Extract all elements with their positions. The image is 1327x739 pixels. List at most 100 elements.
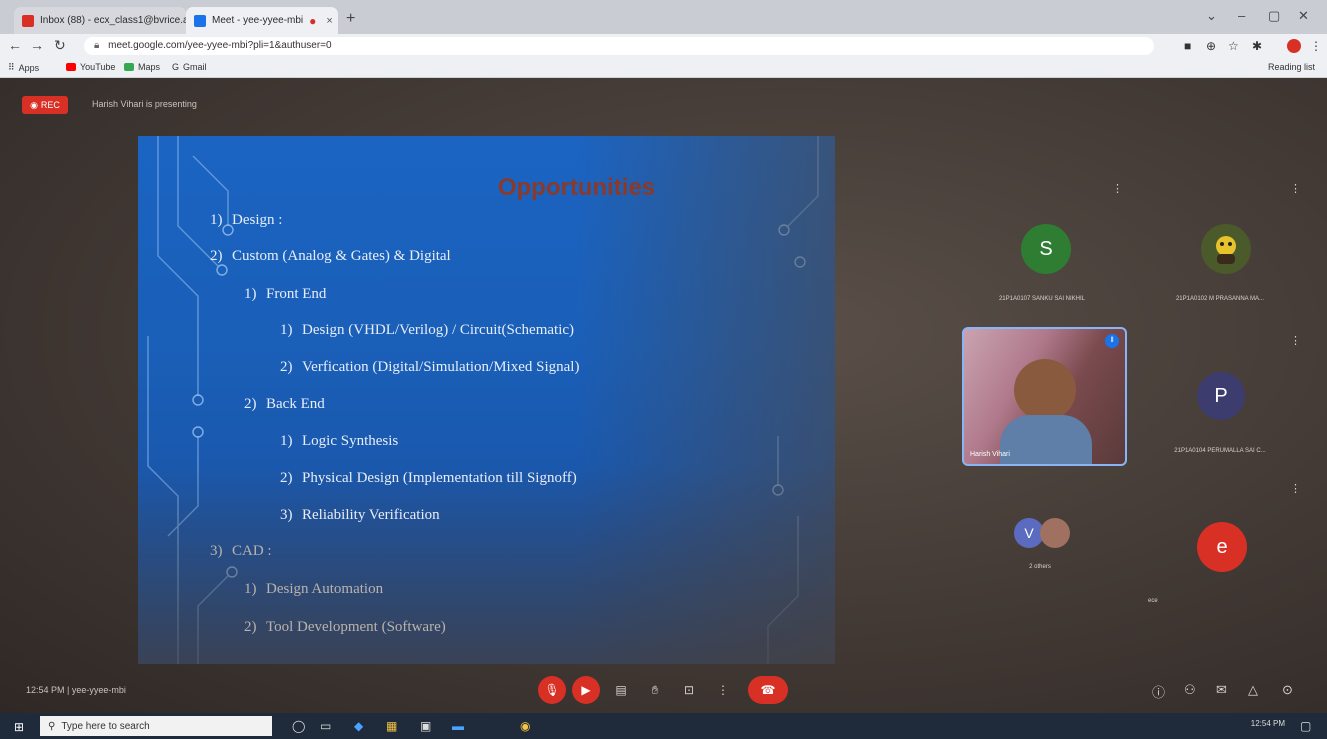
- speaker-face: [1014, 359, 1076, 421]
- youtube-icon: [66, 63, 76, 71]
- slide-line: 1) Logic Synthesis: [280, 433, 399, 449]
- back-icon[interactable]: ←: [8, 37, 22, 53]
- bookmarks-bar: ⠿ Apps YouTube Maps G Gmail Reading list: [0, 58, 1327, 78]
- participant-name: 21P1A0102 M PRASANNA MA...: [1175, 296, 1265, 302]
- reading-list[interactable]: Reading list: [1268, 62, 1315, 72]
- recording-badge: ◉ REC: [22, 96, 68, 114]
- slide-title: Opportunities: [497, 174, 656, 201]
- taskbar-search[interactable]: ⚲ Type here to search: [40, 716, 272, 736]
- leave-call-button[interactable]: ☎︎: [748, 676, 788, 704]
- file-explorer-icon[interactable]: ▦: [386, 719, 397, 733]
- minimize-button[interactable]: –: [1238, 8, 1245, 23]
- record-icon: ◉: [30, 99, 38, 110]
- google-icon: G: [172, 62, 180, 72]
- more-vert-icon: ⋮: [717, 683, 729, 697]
- host-controls-icon[interactable]: ⊙: [1282, 682, 1293, 698]
- participant-avatar: e: [1197, 522, 1247, 572]
- participant-name: ece: [1148, 598, 1158, 604]
- presenting-label: Harish Vihari is presenting: [92, 99, 197, 109]
- windows-start-icon[interactable]: ⊞: [14, 720, 24, 734]
- slide-line: 1) Design :: [210, 212, 283, 228]
- slide-line: 1) Front End: [244, 286, 327, 302]
- gmail-icon: [22, 14, 34, 27]
- slide-line: 3) Reliability Verification: [280, 507, 440, 523]
- tab-label: Inbox (88) - ecx_class1@bvrice.ac: [40, 15, 186, 26]
- url-text: meet.google.com/yee-yyee-mbi?pli=1&authu…: [108, 40, 332, 51]
- bookmark-label: Gmail: [183, 62, 207, 72]
- captions-icon: ▤: [615, 683, 627, 697]
- reload-icon[interactable]: ↻: [54, 37, 66, 54]
- participant-avatar: P: [1197, 372, 1245, 420]
- widgets-icon[interactable]: ▭: [320, 719, 331, 733]
- camera-off-button[interactable]: ▶: [572, 676, 600, 704]
- activities-icon[interactable]: △: [1248, 682, 1258, 698]
- present-icon: ⊡: [683, 683, 695, 697]
- slide-line: 2) Back End: [244, 396, 325, 412]
- edge-icon[interactable]: ◆: [354, 719, 363, 733]
- profile-avatar[interactable]: [1287, 39, 1301, 53]
- slide-line: 3) CAD :: [210, 543, 272, 559]
- task-view-icon[interactable]: ◯: [292, 719, 305, 733]
- participant-photo: [1201, 224, 1251, 274]
- chat-icon[interactable]: ✉: [1216, 682, 1227, 698]
- address-bar-row: ← → ↻ 🔒︎ meet.google.com/yee-yyee-mbi?pl…: [0, 34, 1327, 58]
- camera-indicator-icon[interactable]: ■: [1184, 39, 1191, 53]
- menu-icon[interactable]: ⋮: [1310, 39, 1322, 53]
- more-options-icon[interactable]: ⋮: [1290, 482, 1301, 495]
- browser-tab-bar: Inbox (88) - ecx_class1@bvrice.ac × Meet…: [0, 0, 1327, 34]
- bookmark-star-icon[interactable]: ☆: [1228, 39, 1239, 53]
- notifications-icon[interactable]: ▢: [1300, 719, 1311, 733]
- hang-up-icon: ☎︎: [760, 683, 776, 697]
- participant-name: Harish Vihari: [970, 451, 1010, 458]
- store-icon[interactable]: ▣: [420, 719, 431, 733]
- hand-icon: ✋︎: [651, 682, 659, 697]
- tab-meet[interactable]: Meet - yee-yyee-mbi ● ×: [186, 7, 338, 34]
- slide-line: 2) Verfication (Digital/Simulation/Mixed …: [280, 359, 580, 375]
- more-options-icon[interactable]: ⋮: [1290, 334, 1301, 347]
- bookmark-youtube[interactable]: YouTube: [66, 62, 115, 72]
- participant-name: 21P1A0104 PERUMALLA SAI C...: [1174, 448, 1266, 454]
- mic-off-icon: 🎙︎: [544, 683, 560, 697]
- apps-grid-icon: ⠿: [8, 62, 15, 72]
- speaking-indicator-icon: ⦀: [1105, 334, 1119, 348]
- slide-shade: [138, 464, 835, 664]
- more-options-icon[interactable]: ⋮: [1290, 182, 1301, 195]
- tab-search-icon[interactable]: ⌄: [1206, 8, 1217, 24]
- more-options-icon[interactable]: ⋮: [1112, 182, 1123, 195]
- participant-name: 21P1A0107 SANKU SAI NIKHIL: [998, 296, 1086, 302]
- forward-icon[interactable]: →: [30, 37, 44, 53]
- mail-icon[interactable]: ▬: [452, 719, 464, 733]
- tab-label: Meet - yee-yyee-mbi: [212, 15, 304, 26]
- extensions-icon[interactable]: ✱: [1252, 39, 1262, 53]
- url-field[interactable]: 🔒︎ meet.google.com/yee-yyee-mbi?pli=1&au…: [84, 37, 1154, 55]
- others-label: 2 others: [1029, 564, 1051, 570]
- people-icon[interactable]: ⚇: [1184, 682, 1196, 698]
- slide-line: 2) Tool Development (Software): [244, 619, 446, 635]
- chrome-icon[interactable]: ◉: [520, 719, 530, 733]
- share-icon[interactable]: ⊕: [1206, 39, 1216, 53]
- system-clock: 12:54 PM: [1250, 719, 1285, 728]
- present-button[interactable]: ⊡: [676, 676, 702, 704]
- close-tab-icon[interactable]: ×: [326, 15, 332, 27]
- bookmark-apps[interactable]: ⠿ Apps: [8, 62, 39, 73]
- captions-button[interactable]: ▤: [608, 676, 634, 704]
- cartoon-avatar-icon: [1216, 236, 1236, 264]
- new-tab-button[interactable]: +: [346, 10, 355, 28]
- meet-stage: ◉ REC Harish Vihari is presenting Opport…: [0, 78, 1327, 713]
- mic-off-button[interactable]: 🎙︎: [538, 676, 566, 704]
- maximize-button[interactable]: ▢: [1268, 8, 1280, 24]
- raise-hand-button[interactable]: ✋︎: [642, 676, 668, 704]
- slide-line: 2) Physical Design (Implementation till S…: [280, 470, 577, 486]
- close-window-button[interactable]: ✕: [1298, 8, 1309, 24]
- bookmark-gmail[interactable]: G Gmail: [172, 62, 207, 72]
- info-icon[interactable]: ⓘ: [1152, 682, 1165, 701]
- slide-line: 1) Design (VHDL/Verilog) / Circuit(Schema…: [280, 322, 575, 338]
- tab-gmail[interactable]: Inbox (88) - ecx_class1@bvrice.ac ×: [14, 7, 186, 34]
- more-options-button[interactable]: ⋮: [710, 676, 736, 704]
- participant-photo: [1040, 518, 1070, 548]
- bookmark-maps[interactable]: Maps: [124, 62, 160, 72]
- lock-icon: 🔒︎: [94, 40, 100, 51]
- windows-taskbar: ⊞ ⚲ Type here to search ◯ ▭ ◆ ▦ ▣ ▬ ◉ 12…: [0, 713, 1327, 739]
- active-speaker-video[interactable]: ⦀ Harish Vihari: [962, 327, 1127, 466]
- search-icon: ⚲: [48, 720, 56, 732]
